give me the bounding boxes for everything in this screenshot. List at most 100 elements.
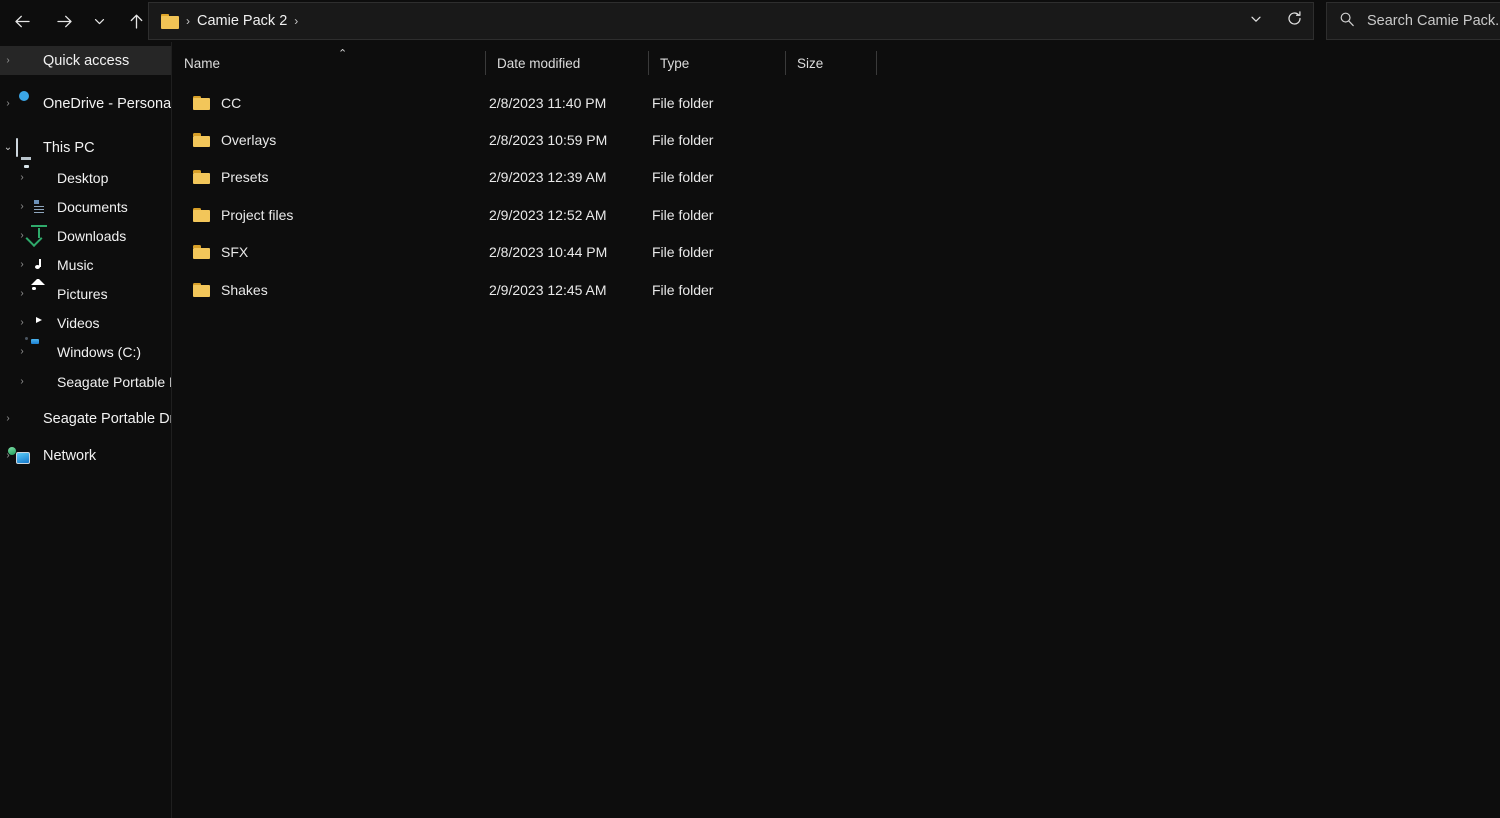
column-header-label: Name [184,55,221,71]
document-icon [30,198,48,216]
chevron-right-icon[interactable]: › [14,376,30,387]
sidebar-item-onedrive[interactable]: › OneDrive - Personal [0,89,171,118]
address-dropdown-button[interactable] [1237,3,1275,39]
sort-ascending-icon: ⌃ [338,48,348,60]
sidebar-item-seagate-portable-drive[interactable]: › Seagate Portable Driv [0,404,171,433]
chevron-right-icon[interactable]: › [14,172,30,183]
sidebar-item-seagate-portable-drive-child[interactable]: › Seagate Portable Dr [0,367,171,396]
column-divider[interactable] [876,51,877,75]
sidebar-item-documents[interactable]: › Documents [0,192,171,221]
file-name-cell[interactable]: CC [193,84,241,121]
file-type: File folder [652,244,714,261]
file-date-modified: 2/8/2023 10:59 PM [489,132,608,149]
file-name: Presets [221,169,269,186]
refresh-button[interactable] [1275,3,1313,39]
table-row[interactable]: Project files 2/9/2023 12:52 AM File fol… [173,196,1500,233]
column-header-date-modified[interactable]: Date modified [486,42,648,84]
table-row[interactable]: SFX 2/8/2023 10:44 PM File folder [173,234,1500,271]
column-header-row: Name ⌃ Date modified Type Size [173,42,1500,84]
cloud-icon [16,95,34,113]
chevron-down-icon[interactable]: ⌄ [0,142,16,153]
column-header-label: Type [660,55,690,71]
column-header-type[interactable]: Type [649,42,785,84]
table-row[interactable]: Presets 2/9/2023 12:39 AM File folder [173,159,1500,196]
file-name: Shakes [221,281,268,298]
file-name-cell[interactable]: Shakes [193,271,268,308]
forward-button[interactable] [46,5,82,37]
column-header-size[interactable]: Size [786,42,876,84]
file-name-cell[interactable]: Presets [193,159,268,196]
search-input[interactable]: Search Camie Pack... [1367,13,1500,29]
chevron-right-icon[interactable]: › [0,413,16,424]
sidebar-item-pictures[interactable]: › Pictures [0,279,171,308]
sidebar-item-windows-c[interactable]: › Windows (C:) [0,337,171,366]
navigation-pane[interactable]: › Quick access › OneDrive - Personal ⌄ T… [0,42,172,818]
file-name: Project files [221,206,294,223]
chevron-down-icon [1249,12,1263,31]
sidebar-item-label: Pictures [57,285,108,302]
breadcrumb-item-camie-pack-2[interactable]: Camie Pack 2 [197,13,287,29]
desktop-icon [30,169,48,187]
breadcrumb-separator[interactable]: › [179,14,197,28]
search-box[interactable]: Search Camie Pack... [1326,2,1500,40]
folder-icon [193,170,210,185]
table-row[interactable]: Overlays 2/8/2023 10:59 PM File folder [173,121,1500,158]
file-name: Overlays [221,132,277,149]
file-date-modified: 2/8/2023 10:44 PM [489,244,608,261]
recent-locations-button[interactable] [86,5,112,37]
folder-icon [161,13,179,29]
file-explorer-window: › Camie Pack 2 › Search Camie Pack... › … [0,0,1500,818]
chevron-right-icon[interactable]: › [0,98,16,109]
sidebar-item-network[interactable]: › Network [0,441,171,470]
chevron-right-icon[interactable]: › [14,259,30,270]
file-date-modified: 2/9/2023 12:52 AM [489,206,607,223]
column-header-label: Date modified [497,55,581,71]
column-header-label: Size [797,55,824,71]
sidebar-item-downloads[interactable]: › Downloads [0,221,171,250]
external-drive-icon [30,373,48,391]
star-icon [16,52,34,70]
folder-icon [193,245,210,260]
sidebar-item-label: Network [43,447,97,464]
sidebar-item-this-pc[interactable]: ⌄ This PC [0,133,171,162]
sidebar-item-quick-access[interactable]: › Quick access [0,46,171,75]
arrow-left-icon [13,12,32,31]
external-drive-icon [16,410,34,428]
arrow-up-icon [127,12,146,31]
file-type: File folder [652,281,714,298]
sidebar-item-label: Quick access [43,52,130,69]
video-icon [30,314,48,332]
breadcrumb-separator-trailing[interactable]: › [287,14,305,28]
address-bar[interactable]: › Camie Pack 2 › [148,2,1314,40]
chevron-right-icon[interactable]: › [14,201,30,212]
table-row[interactable]: Shakes 2/9/2023 12:45 AM File folder [173,271,1500,308]
sidebar-item-music[interactable]: › Music [0,250,171,279]
sidebar-item-label: Videos [57,314,100,331]
sidebar-item-label: Seagate Portable Driv [43,410,171,427]
download-icon [30,224,48,245]
file-name-cell[interactable]: Project files [193,196,293,233]
folder-icon [193,207,210,222]
chevron-down-icon [93,15,106,28]
chevron-right-icon[interactable]: › [14,288,30,299]
file-name-cell[interactable]: SFX [193,234,248,271]
sidebar-item-desktop[interactable]: › Desktop [0,163,171,192]
chevron-right-icon[interactable]: › [14,346,30,357]
file-name-cell[interactable]: Overlays [193,121,276,158]
sidebar-item-label: This PC [43,139,95,156]
file-list[interactable]: CC 2/8/2023 11:40 PM File folder Overlay… [173,84,1500,308]
sidebar-item-label: Music [57,256,94,273]
file-date-modified: 2/9/2023 12:45 AM [489,281,607,298]
back-button[interactable] [4,5,40,37]
table-row[interactable]: CC 2/8/2023 11:40 PM File folder [173,84,1500,121]
address-bar-actions [1237,3,1313,39]
file-date-modified: 2/9/2023 12:39 AM [489,169,607,186]
file-type: File folder [652,94,714,111]
sidebar-item-videos[interactable]: › Videos [0,308,171,337]
file-list-pane: Name ⌃ Date modified Type Size CC 2/8/20… [173,42,1500,818]
column-header-name[interactable]: Name [173,42,485,84]
network-icon [16,447,34,465]
chevron-right-icon[interactable]: › [14,317,30,328]
chevron-right-icon[interactable]: › [0,55,16,66]
search-icon [1339,11,1355,32]
